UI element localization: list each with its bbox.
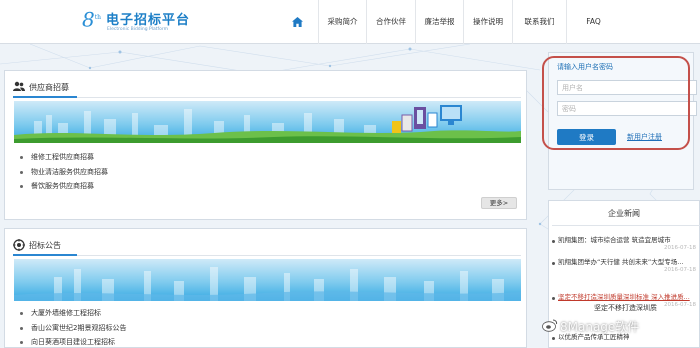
watermark-text: 8Manage软件 xyxy=(560,320,640,334)
password-input[interactable] xyxy=(557,101,697,116)
supplier-list: 维修工程供应商招募 物业清洁服务供应商招募 餐饮服务供应商招募 xyxy=(19,150,108,194)
city-skyline-illustration xyxy=(14,267,521,301)
list-item[interactable]: 向日葵酒项目建设工程招标 xyxy=(19,335,126,348)
list-item[interactable]: 物业清洁服务供应商招募 xyxy=(19,165,108,180)
tender-announcement-panel: 招标公告 大厦外墙维修工程招标 香山公寓世纪2期景观招标公告 向日葵酒项目建设工… xyxy=(4,228,527,348)
nav-item-partners[interactable]: 合作伙伴 xyxy=(366,0,415,44)
nav-item-procurement-intro[interactable]: 采购简介 xyxy=(318,0,366,44)
username-input[interactable] xyxy=(557,80,697,95)
supplier-banner xyxy=(14,101,521,143)
weibo-icon xyxy=(542,319,558,332)
nav-item-faq[interactable]: FAQ xyxy=(566,0,620,44)
login-panel xyxy=(548,52,694,190)
logo-subtitle: Electronic Bidding Platform xyxy=(107,27,169,32)
users-icon xyxy=(13,81,25,93)
more-button[interactable]: 更多> xyxy=(481,197,517,209)
city-skyline-illustration xyxy=(14,105,521,143)
list-item[interactable]: 香山公寓世纪2期景观招标公告 xyxy=(19,321,126,336)
logo-title: 电子招标平台 xyxy=(106,13,191,28)
news-panel-title: 企业新闻 xyxy=(608,209,640,218)
list-item[interactable]: 维修工程供应商招募 xyxy=(19,150,108,165)
login-button[interactable]: 登录 xyxy=(557,129,616,145)
tooltip-overlay: 坚定不移打造深圳质 xyxy=(592,303,659,313)
supplier-recruitment-panel: 供应商招募 维修工程供应商招募 物业清洁服务供应商招募 餐饮服务供应商招募 更多… xyxy=(4,70,527,220)
tender-panel-header: 招标公告 xyxy=(13,237,61,253)
news-item[interactable]: 凯翔集团举办“天行健 共创未来”大型专场... 2016-07-18 xyxy=(552,258,700,273)
tender-panel-title: 招标公告 xyxy=(29,240,61,250)
supplier-panel-header: 供应商招募 xyxy=(13,79,69,95)
nav-item-instructions[interactable]: 操作说明 xyxy=(463,0,512,44)
target-icon xyxy=(13,239,25,251)
logo-mark: 8th xyxy=(82,7,102,32)
header-bar: 8th 电子招标平台 Electronic Bidding Platform 采… xyxy=(0,0,700,44)
news-item[interactable]: 凯翔集团：城市综合运营 筑造宜居城市 2016-07-18 xyxy=(552,236,700,251)
home-icon xyxy=(291,17,303,27)
tender-list: 大厦外墙维修工程招标 香山公寓世纪2期景观招标公告 向日葵酒项目建设工程招标 xyxy=(19,306,126,348)
supplier-panel-title: 供应商招募 xyxy=(29,82,69,92)
tender-banner xyxy=(14,259,521,301)
list-item[interactable]: 大厦外墙维修工程招标 xyxy=(19,306,126,321)
login-heading: 请输入用户名密码 xyxy=(557,63,613,71)
main-nav: 采购简介 合作伙伴 廉洁举报 操作说明 联系我们 FAQ xyxy=(276,0,620,44)
nav-home[interactable] xyxy=(276,0,318,44)
register-link[interactable]: 新用户注册 xyxy=(627,132,662,142)
list-item[interactable]: 餐饮服务供应商招募 xyxy=(19,179,108,194)
nav-item-contact[interactable]: 联系我们 xyxy=(512,0,566,44)
nav-item-integrity-report[interactable]: 廉洁举报 xyxy=(415,0,463,44)
